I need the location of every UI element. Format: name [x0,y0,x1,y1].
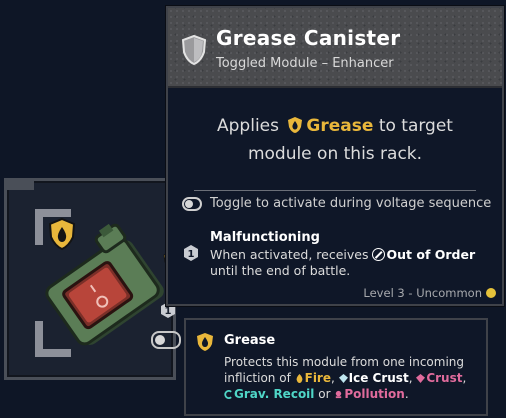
ice-crust-keyword[interactable]: Ice Crust [349,371,409,385]
no-entry-icon [371,248,385,261]
keyword-description: Protects this module from one incoming i… [224,355,467,401]
out-of-order-keyword[interactable]: Out of Order [387,247,476,262]
item-tooltip: Grease Canister Toggled Module – Enhance… [166,6,504,306]
crust-icon [416,374,426,383]
malfunction-line1: When activated, receives Out of Order [210,247,476,262]
divider [194,190,476,191]
tooltip-header: Grease Canister Toggled Module – Enhance… [168,8,502,88]
toggle-text: Toggle to activate during voltage sequen… [210,196,492,211]
item-description: Applies Grease to target module on this … [188,112,482,168]
description-prefix: Applies [217,116,279,136]
keyword-title: Grease [224,333,276,348]
toggle-info: Toggle to activate during voltage sequen… [182,196,491,211]
malfunction-line2: until the end of battle. [210,263,351,278]
pollution-icon [336,390,342,399]
item-title: Grease Canister [216,26,401,50]
grav-recoil-icon [224,390,232,399]
fire-icon [296,374,303,383]
fire-keyword[interactable]: Fire [305,371,331,385]
grease-drop-icon [288,117,303,133]
malfunction-level-icon: 1 [184,245,198,261]
pollution-keyword[interactable]: Pollution [344,387,404,401]
svg-text:1: 1 [188,249,195,260]
keyword-tooltip: Grease Protects this module from one inc… [184,318,488,416]
module-tab [4,178,34,190]
shield-icon [181,34,207,66]
rarity-footer: Level 3 - Uncommon [363,286,496,300]
grease-shield-icon [48,217,76,251]
ice-crust-icon [338,374,348,383]
module-toggle-switch[interactable] [151,331,181,349]
grease-keyword[interactable]: Grease [306,116,373,136]
grav-recoil-keyword[interactable]: Grav. Recoil [234,387,314,401]
grease-shield-icon [197,333,213,351]
rarity-dot-icon [486,288,496,298]
svg-text:1: 1 [165,306,172,317]
level-rarity-text: Level 3 - Uncommon [363,286,482,300]
malfunction-title: Malfunctioning [210,230,320,245]
module-slot[interactable]: 1 [4,178,181,380]
item-type: Toggled Module – Enhancer [216,56,394,71]
description-suffix: to target [378,116,453,136]
description-line2: module on this rack. [247,144,423,164]
toggle-icon [182,196,202,211]
crust-keyword[interactable]: Crust [426,371,462,385]
